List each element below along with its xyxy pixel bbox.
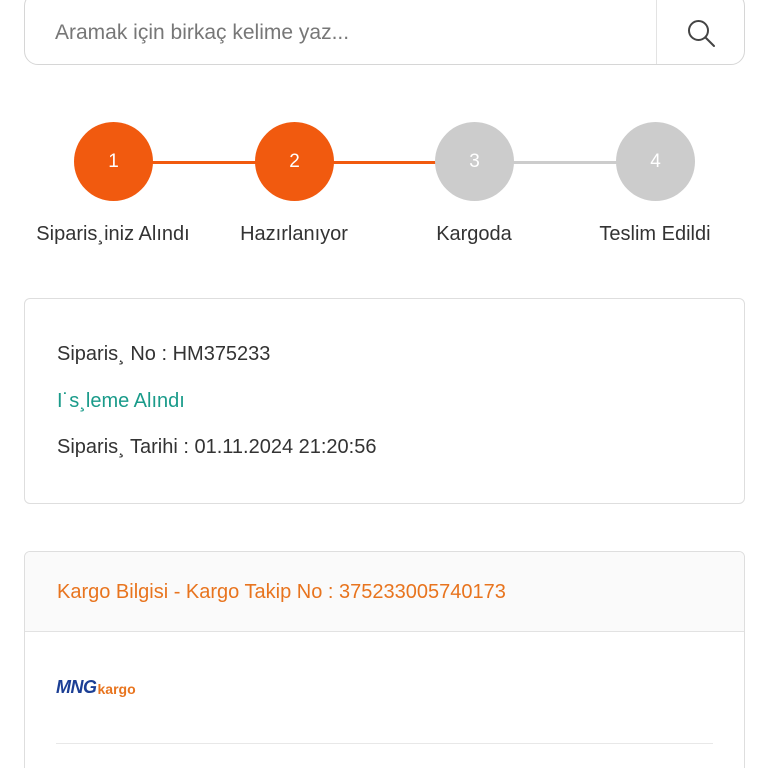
order-info-card: Siparis¸ No : HM375233 I˙s¸leme Alındı S…	[24, 298, 745, 504]
cargo-divider	[56, 743, 713, 744]
cargo-info-card: Kargo Bilgisi - Kargo Takip No : 3752330…	[24, 551, 745, 768]
logo-kargo-text: kargo	[97, 681, 136, 697]
step-4-label: Teslim Edildi	[599, 223, 711, 245]
order-progress-stepper: 1 2 3 4 Siparis¸iniz Alındı Hazırlanıyor…	[0, 120, 768, 260]
logo-mng-text: MNG	[56, 677, 97, 697]
order-number: Siparis¸ No : HM375233	[57, 343, 271, 365]
search-bar	[24, 0, 745, 65]
mng-kargo-logo: MNG kargo	[56, 677, 136, 698]
step-2-number: 2	[289, 150, 300, 172]
step-1-circle: 1	[74, 122, 153, 201]
search-icon	[687, 19, 715, 47]
search-button[interactable]	[656, 0, 744, 64]
step-4-number: 4	[650, 150, 661, 172]
cargo-tracking-title: Kargo Bilgisi - Kargo Takip No : 3752330…	[57, 581, 506, 603]
step-3-number: 3	[469, 150, 480, 172]
step-4-circle: 4	[616, 122, 695, 201]
cargo-header: Kargo Bilgisi - Kargo Takip No : 3752330…	[25, 552, 744, 632]
step-3-circle: 3	[435, 122, 514, 201]
order-date: Siparis¸ Tarihi : 01.11.2024 21:20:56	[57, 436, 377, 458]
step-3-label: Kargoda	[436, 223, 512, 245]
search-input[interactable]	[25, 0, 656, 64]
step-2-label: Hazırlanıyor	[240, 223, 348, 245]
order-status: I˙s¸leme Alındı	[57, 390, 185, 412]
step-1-number: 1	[108, 150, 119, 172]
step-1-label: Siparis¸iniz Alındı	[36, 223, 190, 245]
step-2-circle: 2	[255, 122, 334, 201]
